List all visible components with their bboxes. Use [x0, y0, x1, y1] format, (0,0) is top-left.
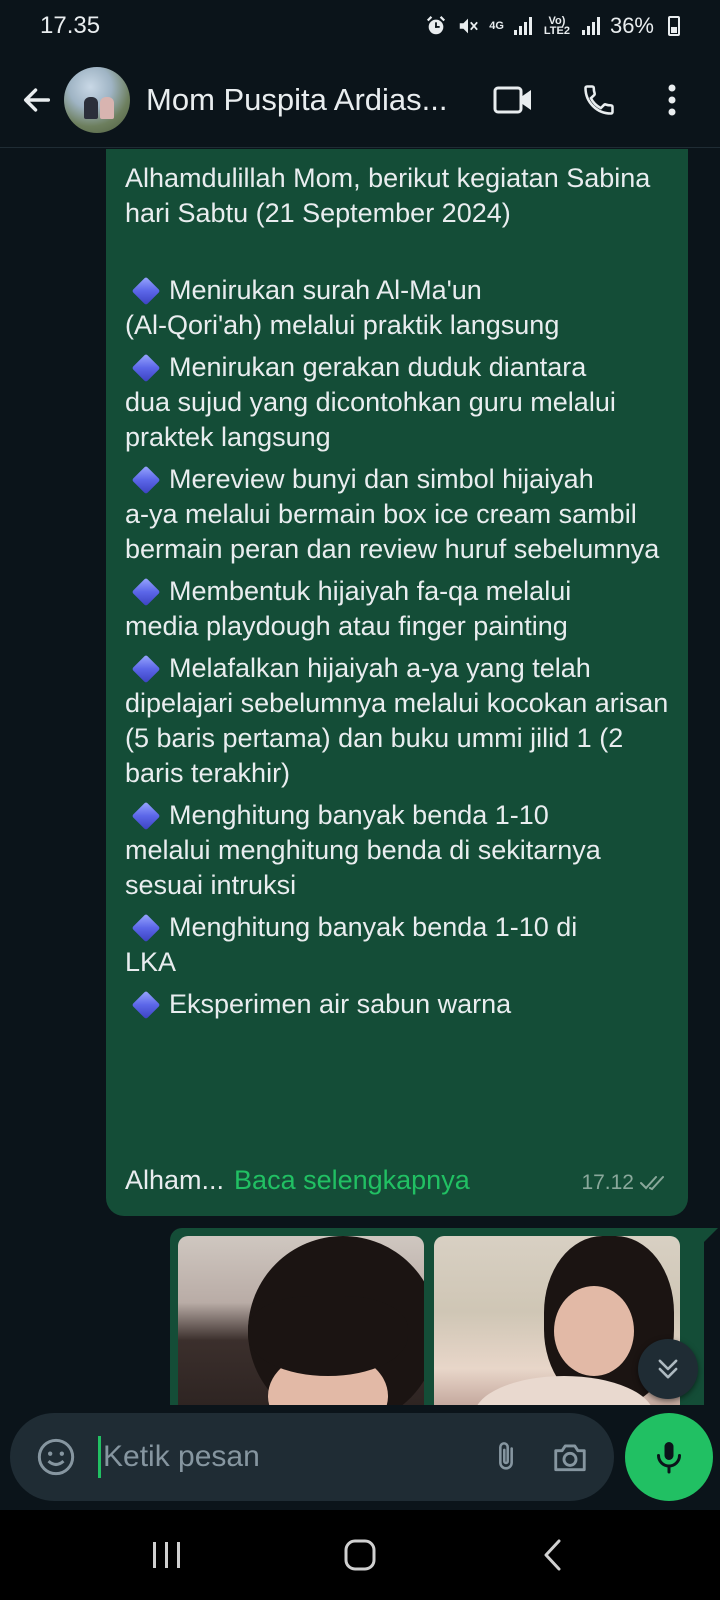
activity-list: Menirukan surah Al-Ma'un (Al-Qori'ah) mel… — [125, 273, 670, 1022]
activity-item-first-line: Menirukan surah Al-Ma'un — [169, 275, 482, 305]
voice-call-icon — [584, 84, 614, 115]
blue-diamond-icon — [131, 654, 161, 683]
truncated-text: Alham... — [125, 1165, 225, 1195]
activity-item-first-line: Menirukan gerakan duduk diantara — [169, 352, 587, 382]
activity-item: Menirukan gerakan duduk diantara dua suju… — [125, 350, 670, 455]
activity-item: Menghitung banyak benda 1-10 di LKA — [125, 910, 670, 980]
battery-percent: 36% — [609, 13, 654, 38]
message-input-placeholder: Ketik pesan — [103, 1440, 260, 1473]
activity-item-first-line: Menghitung banyak benda 1-10 di — [169, 912, 578, 942]
back-button[interactable] — [10, 70, 64, 130]
activity-item-rest: dua sujud yang dicontohkan guru melalui … — [125, 387, 616, 452]
message-footer: Alham... Baca selengkapnya 17.12 — [125, 1163, 670, 1200]
system-navigation-bar — [0, 1510, 720, 1600]
blue-diamond-icon — [131, 913, 161, 942]
video-call-icon — [493, 86, 531, 113]
activity-item-first-line: Melafalkan hijaiyah a-ya yang telah — [169, 653, 591, 683]
blue-diamond-icon — [131, 465, 161, 494]
voice-call-button[interactable] — [556, 70, 642, 130]
mute-icon — [460, 18, 479, 34]
activity-item: Membentuk hijaiyah fa-qa melalui media pl… — [125, 574, 670, 644]
activity-item: Menghitung banyak benda 1-10 melalui meng… — [125, 798, 670, 903]
blue-diamond-icon — [131, 276, 161, 305]
recent-apps-icon — [152, 1542, 180, 1568]
scroll-to-bottom-button[interactable] — [638, 1339, 698, 1399]
blue-diamond-icon — [131, 577, 161, 606]
message-composer: Ketik pesan — [10, 1413, 614, 1501]
camera-icon — [554, 1444, 586, 1472]
activity-item: Melafalkan hijaiyah a-ya yang telah dipel… — [125, 651, 670, 791]
activity-item-rest: dipelajari sebelumnya melalui kocokan ar… — [125, 688, 669, 788]
read-more-link[interactable]: Baca selengkapnya — [234, 1163, 470, 1198]
network-volte-label: Vo) LTE2 — [543, 15, 570, 37]
voice-message-button[interactable] — [625, 1413, 713, 1501]
blue-diamond-icon — [131, 353, 161, 382]
back-chevron-icon — [544, 1539, 561, 1571]
activity-item-rest: melalui menghitung benda di sekitarnya s… — [125, 835, 601, 900]
activity-item-rest: LKA — [125, 947, 177, 977]
double-check-icon — [640, 1175, 664, 1190]
status-time: 17.35 — [40, 12, 101, 39]
back-arrow-icon — [23, 87, 51, 112]
chat-area[interactable]: Alhamdulillah Mom, berikut kegiatan Sabi… — [0, 149, 720, 1405]
activity-item-first-line: Eksperimen air sabun warna — [169, 989, 512, 1019]
activity-item-rest: (Al-Qori'ah) melalui praktik langsung — [125, 310, 560, 340]
contact-name[interactable]: Mom Puspita Ardias... — [146, 82, 466, 118]
attach-button[interactable] — [474, 1427, 538, 1487]
home-icon — [344, 1539, 376, 1571]
activity-item: Eksperimen air sabun warna — [125, 987, 670, 1022]
message-input[interactable]: Ketik pesan — [98, 1436, 474, 1478]
emoji-icon — [37, 1438, 75, 1476]
photo-message-bubble[interactable] — [170, 1228, 718, 1405]
activity-item-first-line: Menghitung banyak benda 1-10 — [169, 800, 549, 830]
more-options-icon — [668, 84, 676, 115]
activity-item-first-line: Membentuk hijaiyah fa-qa melalui — [169, 576, 572, 606]
status-bar: 17.35 4G Vo) LTE2 36% — [0, 0, 720, 52]
camera-button[interactable] — [538, 1427, 602, 1487]
signal-strength-icon — [513, 17, 532, 35]
activity-item-rest: media playdough atau finger painting — [125, 611, 568, 641]
activity-item-first-line: Mereview bunyi dan simbol hijaiyah — [169, 464, 594, 494]
status-icons: 4G Vo) LTE2 36% — [425, 13, 680, 39]
photo-thumbnail-1[interactable] — [178, 1236, 424, 1405]
video-call-button[interactable] — [470, 70, 556, 130]
home-button[interactable] — [315, 1520, 405, 1590]
double-chevron-down-icon — [658, 1359, 678, 1379]
signal-strength-2-icon — [581, 17, 600, 35]
recent-apps-button[interactable] — [122, 1520, 212, 1590]
contact-avatar[interactable] — [64, 66, 130, 133]
activity-item: Mereview bunyi dan simbol hijaiyah a-ya m… — [125, 462, 670, 567]
chat-header: Mom Puspita Ardias... — [0, 52, 720, 148]
activity-item: Menirukan surah Al-Ma'un (Al-Qori'ah) mel… — [125, 273, 670, 343]
back-nav-button[interactable] — [508, 1520, 598, 1590]
paperclip-icon — [499, 1442, 513, 1470]
activity-item-rest: a-ya melalui bermain box ice cream sambi… — [125, 499, 660, 564]
network-4g-label: 4G — [489, 20, 504, 32]
message-time: 17.12 — [581, 1171, 634, 1194]
battery-icon — [668, 16, 680, 36]
emoji-button[interactable] — [28, 1429, 84, 1485]
message-intro: Alhamdulillah Mom, berikut kegiatan Sabi… — [125, 163, 651, 228]
microphone-icon — [657, 1442, 681, 1474]
alarm-icon — [427, 16, 446, 35]
more-options-button[interactable] — [642, 70, 702, 130]
message-meta: 17.12 — [581, 1165, 670, 1200]
message-bubble[interactable]: Alhamdulillah Mom, berikut kegiatan Sabi… — [106, 149, 688, 1216]
blue-diamond-icon — [131, 990, 161, 1019]
blue-diamond-icon — [131, 801, 161, 830]
